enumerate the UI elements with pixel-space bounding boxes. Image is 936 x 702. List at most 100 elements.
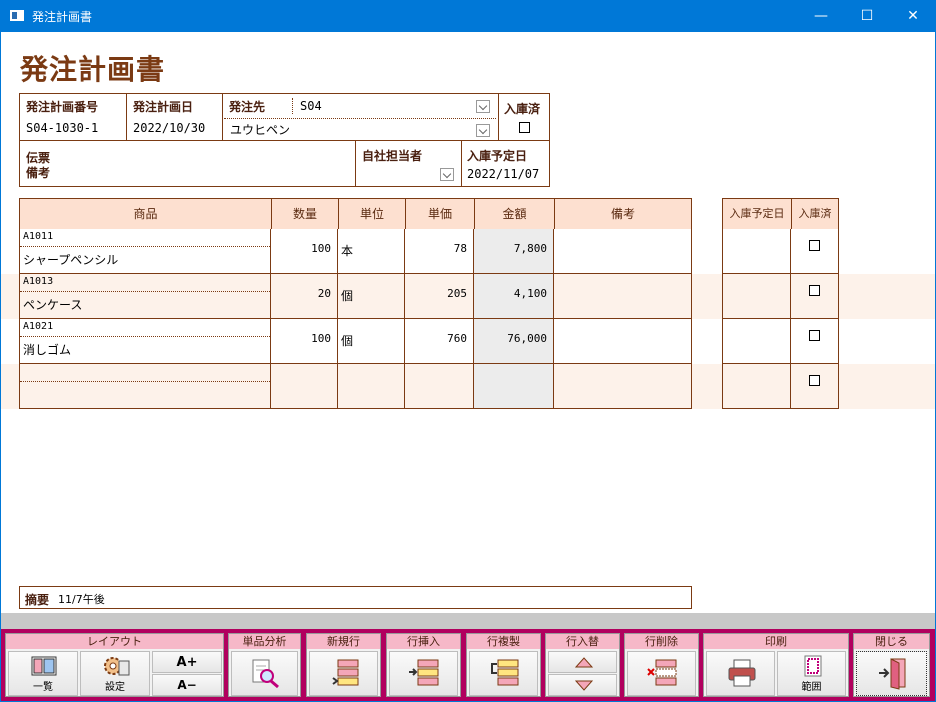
side-grid-header: 入庫予定日 入庫済	[722, 198, 839, 230]
copy-row-button[interactable]	[469, 651, 538, 696]
print-title: 印刷	[704, 634, 848, 649]
staff-label: 自社担当者	[362, 149, 423, 163]
new-row-icon	[332, 659, 359, 686]
font-down-icon: A−	[177, 678, 197, 692]
cell-unit[interactable]: 本	[338, 229, 405, 274]
print-button[interactable]	[706, 651, 775, 696]
cell-due-date[interactable]	[722, 229, 791, 274]
cell-product[interactable]: A1021 消しゴム	[19, 319, 271, 364]
cell-qty[interactable]	[271, 364, 338, 409]
cell-amount[interactable]: 7,800	[474, 229, 554, 274]
app-window: 発注計画書 — ☐ ✕ 発注計画書 発注計画番号 S04-1030-1 発注計画…	[0, 0, 936, 702]
cell-qty[interactable]: 20	[271, 274, 338, 319]
cell-amount[interactable]: 4,100	[474, 274, 554, 319]
received-label: 入庫済	[504, 102, 541, 116]
print-range-button[interactable]: 範囲	[777, 651, 846, 696]
settings-button[interactable]: 設定	[80, 651, 150, 696]
summary-field[interactable]: 11/7午後	[58, 591, 105, 607]
minimize-button[interactable]: —	[798, 0, 844, 32]
new-row-button[interactable]	[309, 651, 378, 696]
supplier-code-dropdown[interactable]	[476, 100, 490, 113]
plan-no-value[interactable]: S04-1030-1	[26, 121, 98, 135]
gear-icon	[104, 657, 130, 676]
close-group: 閉じる	[853, 633, 930, 697]
summary-label: 摘要	[25, 593, 50, 607]
col-qty: 数量	[272, 199, 339, 229]
cell-note[interactable]	[554, 319, 692, 364]
cell-price[interactable]	[405, 364, 474, 409]
cell-unit[interactable]: 個	[338, 319, 405, 364]
print-range-label: 範囲	[801, 682, 822, 693]
cell-price[interactable]: 78	[405, 229, 474, 274]
product-name: 消しゴム	[23, 343, 72, 357]
col-price: 単価	[406, 199, 475, 229]
cell-qty[interactable]: 100	[271, 229, 338, 274]
window-title: 発注計画書	[32, 10, 93, 24]
list-view-icon	[31, 656, 57, 676]
row-received-checkbox[interactable]	[809, 240, 820, 251]
supplier-name-dropdown[interactable]	[476, 124, 490, 137]
table-row: A1021 消しゴム 100 個 760 76,000	[1, 319, 935, 364]
plan-no-label: 発注計画番号	[26, 100, 99, 114]
page-title: 発注計画書	[20, 53, 166, 86]
staff-dropdown[interactable]	[440, 168, 454, 181]
price-value: 78	[453, 242, 467, 255]
copy-row-title: 行複製	[467, 634, 540, 649]
cell-product[interactable]	[19, 364, 271, 409]
product-code: A1011	[23, 231, 54, 242]
cell-product[interactable]: A1011 シャープペンシル	[19, 229, 271, 274]
insert-row-button[interactable]	[389, 651, 458, 696]
cell-price[interactable]: 205	[405, 274, 474, 319]
due-date-label: 入庫予定日	[467, 149, 528, 163]
unit-value: 個	[341, 334, 354, 348]
supplier-name-field[interactable]: ユウヒペン	[230, 121, 290, 138]
cell-due-date[interactable]	[722, 364, 791, 409]
close-window-button[interactable]: ✕	[890, 0, 936, 32]
move-row-down-button[interactable]	[548, 674, 617, 696]
copy-row-icon	[491, 659, 519, 686]
close-form-button[interactable]	[856, 651, 927, 696]
cell-price[interactable]: 760	[405, 319, 474, 364]
font-size-down-button[interactable]: A−	[152, 674, 222, 696]
table-row: A1011 シャープペンシル 100 本 78 7,800	[1, 229, 935, 274]
delete-row-group: 行削除	[624, 633, 699, 697]
price-value: 205	[447, 287, 467, 300]
layout-group-title: レイアウト	[6, 634, 223, 649]
cell-received	[791, 274, 839, 319]
supplier-code-field[interactable]: S04	[300, 99, 322, 113]
col-due-date: 入庫予定日	[723, 199, 792, 229]
analysis-group: 単品分析	[228, 633, 301, 697]
header-box-bottom: 伝票 備考 自社担当者 入庫予定日 2022/11/07	[19, 140, 550, 187]
cell-note[interactable]	[554, 364, 692, 409]
col-note: 備考	[610, 207, 635, 221]
cell-received	[791, 319, 839, 364]
new-row-title: 新規行	[307, 634, 380, 649]
plan-date-value[interactable]: 2022/10/30	[133, 121, 205, 135]
client-area: 発注計画書 発注計画番号 S04-1030-1 発注計画日 2022/10/30…	[1, 32, 935, 701]
cell-qty[interactable]: 100	[271, 319, 338, 364]
due-date-value[interactable]: 2022/11/07	[467, 167, 539, 181]
item-analysis-button[interactable]	[231, 651, 298, 696]
col-product: 商品	[20, 199, 272, 229]
row-received-checkbox[interactable]	[809, 330, 820, 341]
maximize-button[interactable]: ☐	[844, 0, 890, 32]
delete-row-button[interactable]	[627, 651, 696, 696]
font-size-up-button[interactable]: A+	[152, 651, 222, 673]
list-view-button[interactable]: 一覧	[8, 651, 78, 696]
received-checkbox[interactable]	[519, 122, 530, 133]
cell-product[interactable]: A1013 ペンケース	[19, 274, 271, 319]
cell-note[interactable]	[554, 274, 692, 319]
cell-amount[interactable]: 76,000	[474, 319, 554, 364]
row-received-checkbox[interactable]	[809, 375, 820, 386]
cell-unit[interactable]: 個	[338, 274, 405, 319]
cell-due-date[interactable]	[722, 274, 791, 319]
product-code: A1013	[23, 276, 54, 287]
cell-due-date[interactable]	[722, 319, 791, 364]
cell-amount[interactable]	[474, 364, 554, 409]
cell-note[interactable]	[554, 229, 692, 274]
cell-unit[interactable]	[338, 364, 405, 409]
move-row-up-button[interactable]	[548, 651, 617, 673]
row-received-checkbox[interactable]	[809, 285, 820, 296]
memo-field[interactable]	[70, 145, 352, 183]
insert-row-title: 行挿入	[387, 634, 460, 649]
